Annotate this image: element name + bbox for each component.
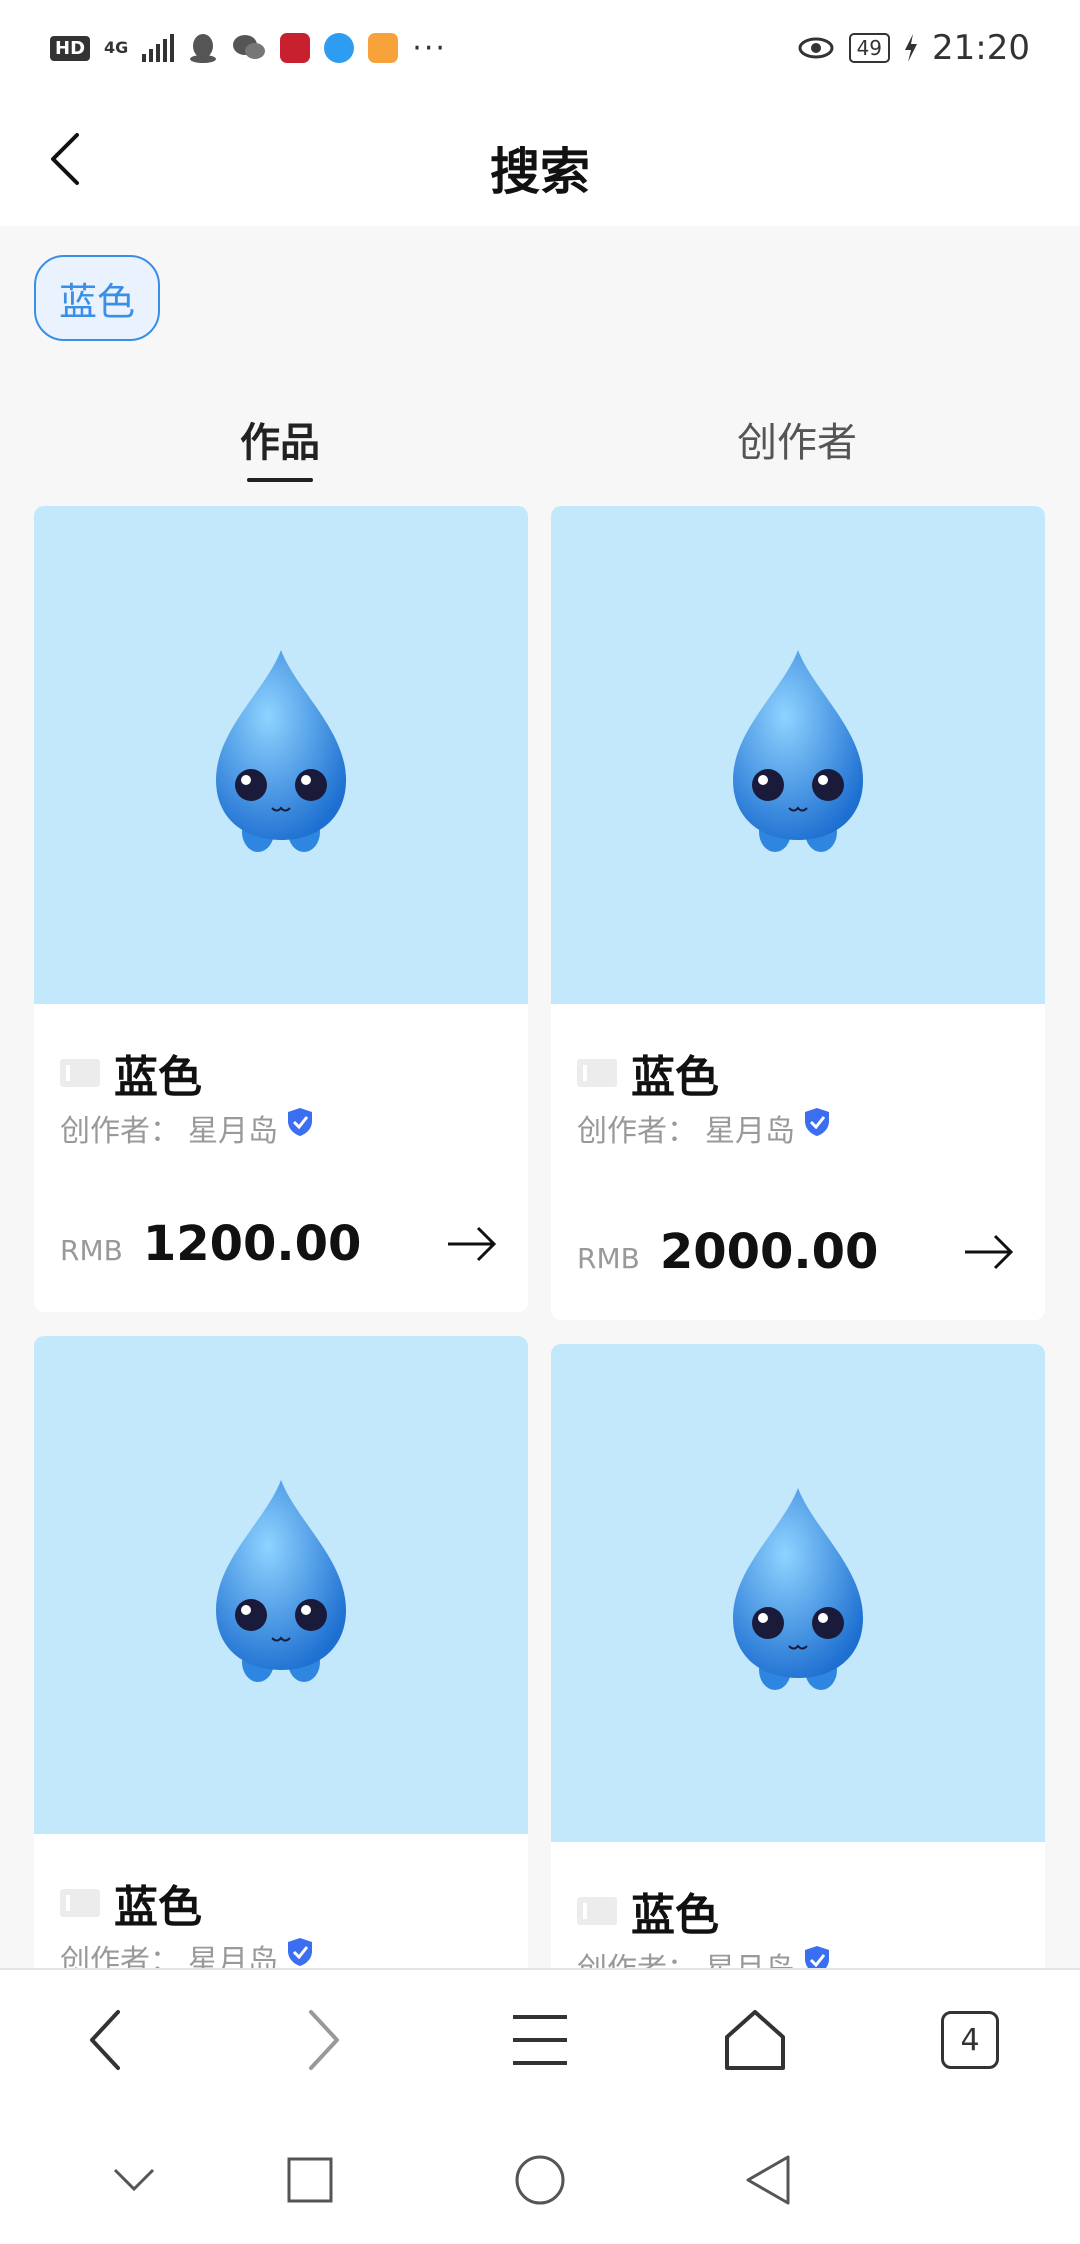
product-title: 蓝色	[114, 1052, 202, 1103]
product-title: 蓝色	[631, 1052, 719, 1103]
back-nav-button[interactable]	[728, 2140, 808, 2220]
product-grid: 蓝色 创作者： 星月岛 RMB 1200.00 蓝色 创作者： 星月岛 RMB …	[0, 0, 1080, 1968]
product-creator: 创作者： 星月岛	[577, 1944, 831, 1968]
browser-back-button[interactable]	[56, 1990, 156, 2090]
home-icon	[725, 2010, 785, 2070]
creator-name[interactable]: 星月岛	[705, 1944, 795, 1968]
currency-label: RMB	[60, 1234, 123, 1267]
triangle-back-icon	[746, 2155, 790, 2205]
product-title: 蓝色	[631, 1890, 719, 1941]
product-title: 蓝色	[114, 1882, 202, 1933]
product-creator: 创作者： 星月岛	[60, 1106, 314, 1150]
verified-shield-icon	[805, 1946, 829, 1968]
circle-icon	[515, 2155, 565, 2205]
browser-toolbar: 4	[0, 1968, 1080, 2114]
creator-name[interactable]: 星月岛	[188, 1106, 278, 1150]
arrow-right-icon	[965, 1234, 1014, 1270]
product-image	[551, 506, 1045, 1004]
verified-shield-icon	[288, 1938, 312, 1966]
product-title-row: 蓝色	[577, 1879, 719, 1943]
verified-shield-icon	[288, 1108, 312, 1136]
browser-menu-button[interactable]	[490, 1990, 590, 2090]
chevron-right-icon	[309, 2010, 339, 2070]
product-title-row: 蓝色	[60, 1041, 202, 1105]
square-icon	[287, 2157, 333, 2203]
browser-home-button[interactable]	[705, 1990, 805, 2090]
system-navigation-bar	[0, 2114, 1080, 2244]
product-card[interactable]: 蓝色 创作者： 星月岛	[551, 1344, 1045, 1968]
product-title-row: 蓝色	[60, 1871, 202, 1935]
price-row: RMB 1200.00	[60, 1216, 361, 1272]
verified-shield-icon	[805, 1108, 829, 1136]
product-image	[551, 1344, 1045, 1842]
creator-name[interactable]: 星月岛	[188, 1936, 278, 1968]
browser-tabs-button[interactable]: 4	[920, 1990, 1020, 2090]
nft-tag-icon	[60, 1889, 100, 1917]
arrow-right-icon	[448, 1226, 497, 1262]
water-drop-mascot-image	[216, 1480, 346, 1682]
creator-label: 创作者：	[577, 1114, 697, 1149]
hide-nav-button[interactable]	[94, 2140, 174, 2220]
creator-name[interactable]: 星月岛	[705, 1106, 795, 1150]
nft-tag-icon	[60, 1059, 100, 1087]
menu-icon	[513, 2015, 567, 2065]
home-button[interactable]	[500, 2140, 580, 2220]
creator-label: 创作者：	[60, 1114, 180, 1149]
view-detail-button[interactable]	[442, 1214, 502, 1274]
product-image	[34, 1336, 528, 1834]
nft-tag-icon	[577, 1897, 617, 1925]
water-drop-mascot-image	[216, 650, 346, 852]
tab-count: 4	[941, 2011, 999, 2069]
product-creator: 创作者： 星月岛	[577, 1106, 831, 1150]
view-detail-button[interactable]	[959, 1222, 1019, 1282]
water-drop-mascot-image	[733, 1488, 863, 1690]
water-drop-mascot-image	[733, 650, 863, 852]
price-row: RMB 2000.00	[577, 1224, 878, 1280]
product-image	[34, 506, 528, 1004]
product-card[interactable]: 蓝色 创作者： 星月岛	[34, 1336, 528, 1968]
product-creator: 创作者： 星月岛	[60, 1936, 314, 1968]
product-card[interactable]: 蓝色 创作者： 星月岛 RMB 2000.00	[551, 506, 1045, 1320]
recent-apps-button[interactable]	[270, 2140, 350, 2220]
creator-label: 创作者：	[60, 1944, 180, 1968]
price-value: 2000.00	[659, 1224, 879, 1280]
browser-forward-button[interactable]	[273, 1990, 373, 2090]
product-title-row: 蓝色	[577, 1041, 719, 1105]
creator-label: 创作者：	[577, 1944, 697, 1968]
chevron-down-icon	[113, 2168, 155, 2192]
product-card[interactable]: 蓝色 创作者： 星月岛 RMB 1200.00	[34, 506, 528, 1312]
price-value: 1200.00	[142, 1216, 362, 1272]
currency-label: RMB	[577, 1242, 640, 1275]
nft-tag-icon	[577, 1059, 617, 1087]
chevron-left-icon	[90, 2010, 120, 2070]
